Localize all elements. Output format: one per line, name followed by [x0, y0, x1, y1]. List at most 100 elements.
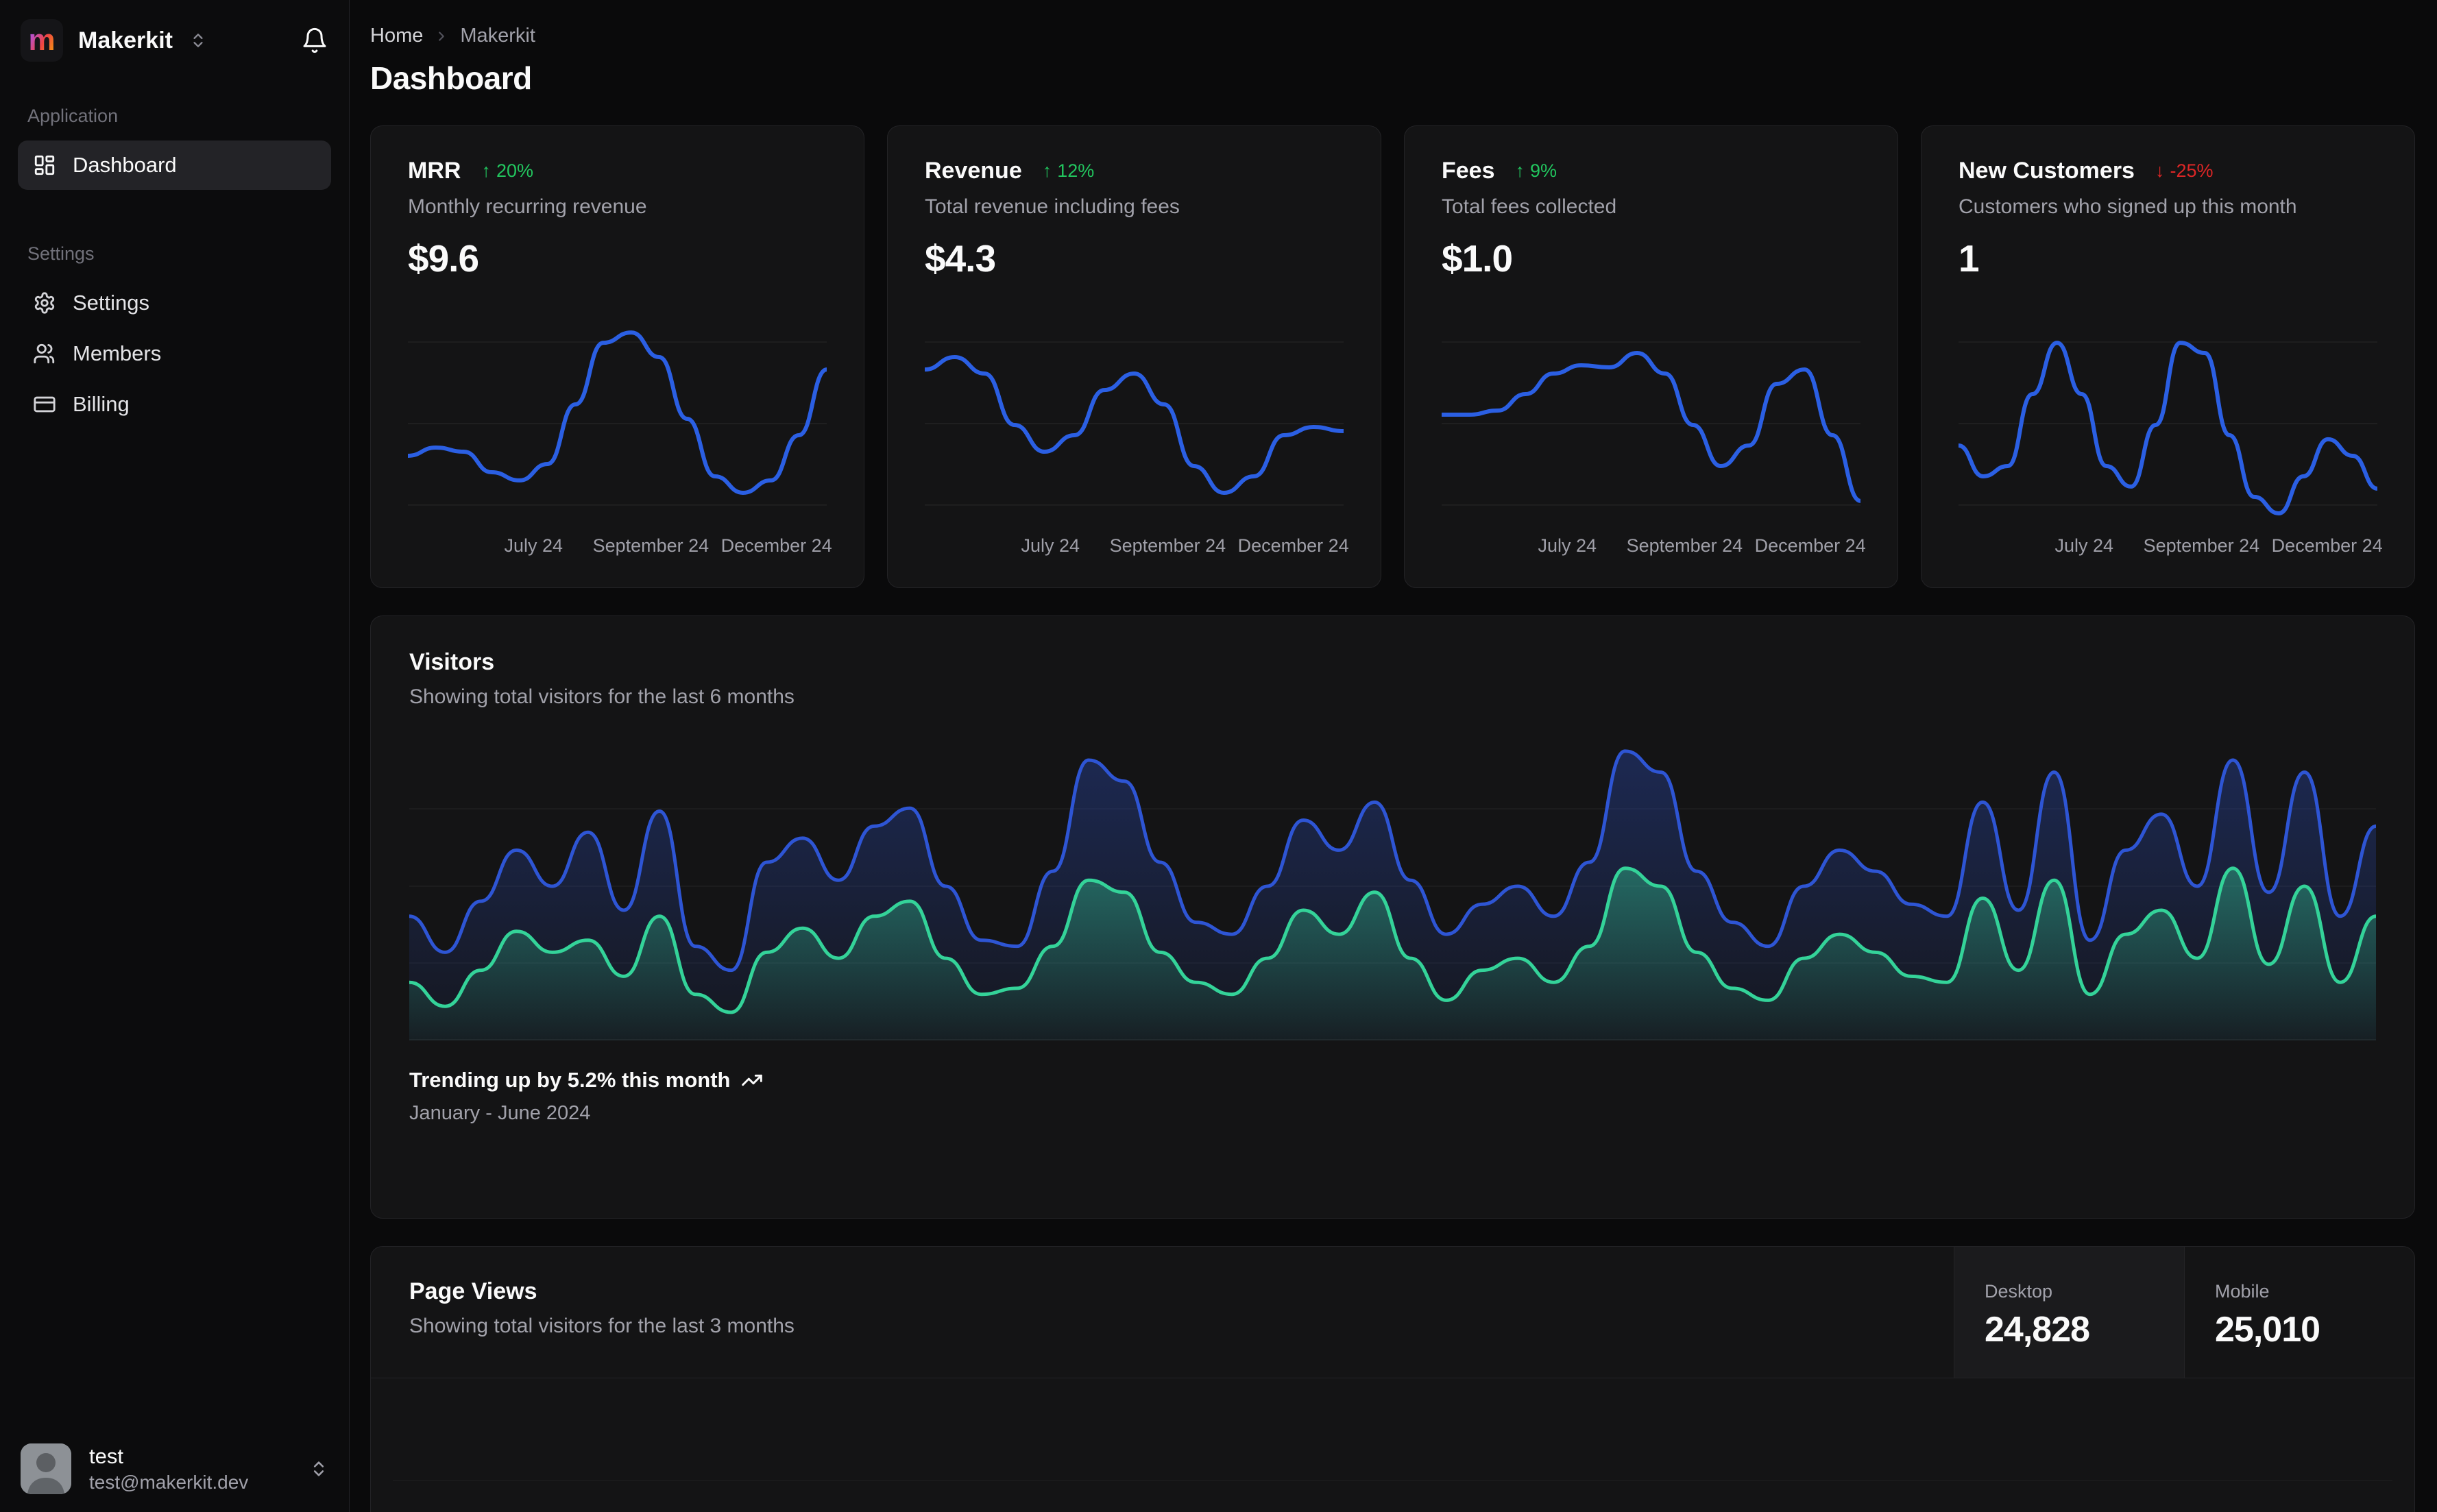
axis-label: July 24	[1538, 535, 1597, 556]
tab-mobile-value: 25,010	[2215, 1310, 2320, 1350]
makerkit-logo: m	[21, 19, 63, 62]
axis-label: December 24	[2271, 535, 2383, 556]
trend-badge: ↓ -25%	[2155, 160, 2214, 182]
page-views-card: Page Views Showing total visitors for th…	[370, 1246, 2415, 1512]
sidebar-item-settings[interactable]: Settings	[18, 278, 331, 328]
arrow-up-icon: ↑	[1042, 160, 1052, 181]
stat-subtitle: Customers who signed up this month	[1959, 195, 2297, 218]
stat-subtitle: Total fees collected	[1442, 195, 1617, 218]
axis-label: September 24	[592, 535, 710, 556]
page-views-subtitle: Showing total visitors for the last 3 mo…	[409, 1315, 795, 1337]
stat-value: $4.3	[925, 237, 996, 280]
user-avatar	[21, 1443, 71, 1494]
breadcrumb-current: Makerkit	[460, 25, 535, 47]
axis-label: July 24	[2054, 535, 2114, 556]
user-name: test	[89, 1444, 123, 1469]
sparkline-chart[interactable]	[925, 300, 1344, 530]
sidebar-nav: Application Dashboard Settings Settings …	[0, 78, 349, 1426]
sparkline-chart[interactable]	[1442, 300, 1860, 530]
arrow-up-icon: ↑	[481, 160, 491, 181]
stat-card-fees: Fees ↑ 9% Total fees collected $1.0 July…	[1404, 125, 1898, 588]
stat-card-mrr: MRR ↑ 20% Monthly recurring revenue $9.6…	[370, 125, 864, 588]
chevron-right-icon	[434, 29, 449, 44]
sparkline-chart[interactable]	[408, 300, 827, 530]
stat-card-revenue: Revenue ↑ 12% Total revenue including fe…	[887, 125, 1381, 588]
visitors-title: Visitors	[409, 649, 495, 675]
trend-value: -25%	[2170, 160, 2214, 181]
stat-title: Revenue	[925, 158, 1022, 184]
user-menu[interactable]: test test@makerkit.dev	[0, 1426, 349, 1512]
breadcrumb-home[interactable]: Home	[370, 25, 423, 47]
x-axis-labels: July 24 September 24 December 24	[925, 535, 1349, 567]
users-icon	[33, 342, 56, 365]
sidebar-item-billing[interactable]: Billing	[18, 380, 331, 429]
main-content: Home Makerkit Dashboard MRR ↑ 20% Monthl…	[350, 0, 2437, 1512]
axis-label: July 24	[1021, 535, 1080, 556]
axis-label: December 24	[720, 535, 832, 556]
chevrons-up-down-icon[interactable]	[309, 1459, 328, 1478]
sidebar-item-label: Billing	[73, 392, 130, 416]
stat-subtitle: Total revenue including fees	[925, 195, 1180, 218]
x-axis-labels: July 24 September 24 December 24	[1959, 535, 2383, 567]
tab-desktop-label: Desktop	[1985, 1281, 2053, 1302]
stat-title: New Customers	[1959, 158, 2135, 184]
sidebar-item-label: Members	[73, 341, 162, 365]
workspace-switcher[interactable]: m Makerkit	[0, 0, 349, 78]
stat-title: Fees	[1442, 158, 1495, 184]
stat-subtitle: Monthly recurring revenue	[408, 195, 647, 218]
trend-badge: ↑ 12%	[1043, 160, 1095, 182]
user-email: test@makerkit.dev	[89, 1471, 249, 1493]
sidebar-item-label: Settings	[73, 291, 150, 315]
nav-group-settings: Settings	[27, 243, 95, 264]
trend-badge: ↑ 20%	[481, 160, 533, 182]
axis-label: September 24	[1109, 535, 1226, 556]
axis-label: December 24	[1754, 535, 1866, 556]
trending-up-icon	[741, 1069, 763, 1091]
page-title: Dashboard	[370, 60, 532, 96]
trend-badge: ↑ 9%	[1516, 160, 1557, 182]
trend-value: 9%	[1530, 160, 1557, 181]
visitors-card: Visitors Showing total visitors for the …	[370, 615, 2415, 1219]
axis-label: December 24	[1237, 535, 1349, 556]
stat-value: $1.0	[1442, 237, 1513, 280]
visitors-trend-text: Trending up by 5.2% this month	[409, 1068, 731, 1092]
axis-label: July 24	[504, 535, 563, 556]
gear-icon	[33, 291, 56, 315]
trend-value: 20%	[496, 160, 533, 181]
breadcrumb: Home Makerkit	[370, 25, 2415, 47]
visitors-area-chart[interactable]	[409, 732, 2376, 1040]
axis-label: September 24	[1626, 535, 1743, 556]
tab-desktop[interactable]: Desktop 24,828	[1954, 1247, 2184, 1378]
page-views-header: Page Views Showing total visitors for th…	[371, 1247, 2414, 1378]
tab-mobile-label: Mobile	[2215, 1281, 2270, 1302]
stat-value: $9.6	[408, 237, 479, 280]
chevrons-up-down-icon[interactable]	[189, 32, 207, 49]
x-axis-labels: July 24 September 24 December 24	[408, 535, 832, 567]
trend-value: 12%	[1057, 160, 1095, 181]
credit-card-icon	[33, 393, 56, 416]
axis-label: September 24	[2143, 535, 2260, 556]
sparkline-chart[interactable]	[1959, 300, 2377, 530]
tab-desktop-value: 24,828	[1985, 1310, 2090, 1350]
gridline	[393, 1480, 2392, 1481]
sidebar-item-dashboard[interactable]: Dashboard	[18, 141, 331, 190]
stat-card-new-customers: New Customers ↓ -25% Customers who signe…	[1921, 125, 2415, 588]
x-axis-labels: July 24 September 24 December 24	[1442, 535, 1866, 567]
dashboard-grid-icon	[33, 154, 56, 177]
sidebar-item-label: Dashboard	[73, 153, 177, 177]
tab-mobile[interactable]: Mobile 25,010	[2184, 1247, 2414, 1378]
stat-value: 1	[1959, 237, 1980, 280]
sidebar: m Makerkit Application Dashboard Setting…	[0, 0, 350, 1512]
visitors-footer: Trending up by 5.2% this month January -…	[409, 1068, 2376, 1125]
bell-icon[interactable]	[301, 27, 328, 54]
nav-group-application: Application	[27, 106, 119, 126]
arrow-down-icon: ↓	[2155, 160, 2165, 181]
visitors-subtitle: Showing total visitors for the last 6 mo…	[409, 685, 795, 708]
page-views-bar-chart[interactable]	[393, 1378, 2392, 1512]
sidebar-item-members[interactable]: Members	[18, 329, 331, 378]
arrow-up-icon: ↑	[1515, 160, 1525, 181]
stat-cards-row: MRR ↑ 20% Monthly recurring revenue $9.6…	[370, 125, 2415, 588]
visitors-date-range: January - June 2024	[409, 1102, 591, 1124]
workspace-name: Makerkit	[78, 27, 173, 53]
page-views-title: Page Views	[409, 1278, 537, 1304]
